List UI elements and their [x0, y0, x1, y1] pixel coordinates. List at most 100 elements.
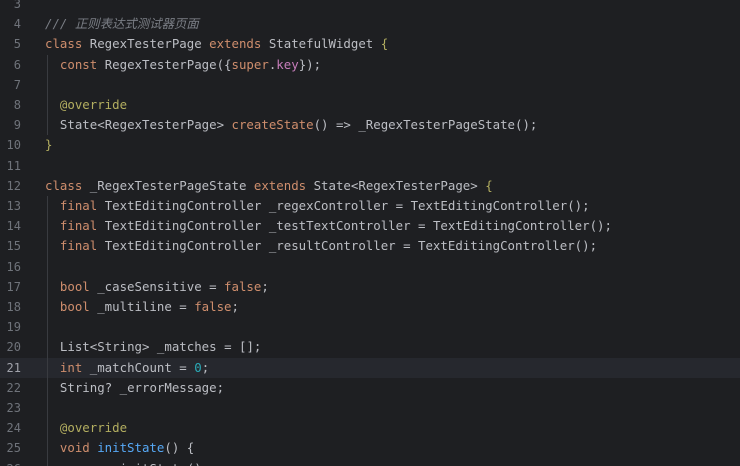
line-number: 11 — [6, 158, 21, 173]
code-token: { — [380, 36, 389, 52]
code-line[interactable]: 16 — [0, 257, 740, 277]
code-line[interactable]: 19 — [0, 317, 740, 337]
code-text[interactable]: } — [45, 135, 52, 155]
code-line[interactable]: 17 bool _caseSensitive = false; — [0, 277, 740, 297]
code-line[interactable]: 12 class _RegexTesterPageState extends St… — [0, 176, 740, 196]
line-number: 4 — [13, 17, 21, 32]
line-number: 25 — [6, 441, 21, 456]
code-token: extends — [253, 177, 314, 193]
code-text[interactable]: final TextEditingController _regexContro… — [45, 196, 590, 216]
code-text[interactable]: const RegexTesterPage({super.key}); — [45, 55, 321, 75]
code-text[interactable]: final TextEditingController _testTextCon… — [45, 216, 612, 236]
line-number: 21 — [6, 360, 21, 375]
code-token: TextEditingController — [104, 238, 269, 254]
code-token: > — [142, 339, 157, 355]
indent-guide — [47, 196, 48, 466]
code-token: (); — [589, 218, 612, 234]
code-line[interactable]: 8 @override — [0, 95, 740, 115]
code-line[interactable]: 4 /// 正则表达式测试器页面 — [0, 14, 740, 34]
code-text[interactable]: class _RegexTesterPageState extends Stat… — [45, 176, 493, 196]
code-line[interactable]: 26 super.initState(); — [0, 459, 740, 466]
code-token: ; — [261, 278, 269, 294]
code-token: State — [313, 177, 351, 193]
code-token: ; — [231, 299, 239, 314]
code-token: } — [45, 137, 53, 153]
line-number: 14 — [6, 219, 21, 234]
code-text[interactable]: final TextEditingController _resultContr… — [45, 236, 597, 256]
code-line[interactable]: 3 — [0, 0, 740, 14]
code-line[interactable]: 25 void initState() { — [0, 438, 740, 458]
code-line[interactable]: 5 class RegexTesterPage extends StatefulW… — [0, 34, 740, 54]
code-token: final — [45, 238, 105, 254]
code-text[interactable]: int _matchCount = 0; — [45, 358, 209, 378]
code-line[interactable]: 20 List<String> _matches = []; — [0, 337, 740, 357]
line-number: 23 — [6, 401, 21, 415]
code-line[interactable]: 21 int _matchCount = 0; — [0, 357, 740, 378]
code-line[interactable]: 9 State<RegexTesterPage> createState() =… — [0, 115, 740, 135]
code-text[interactable]: String? _errorMessage; — [45, 378, 224, 398]
code-text[interactable]: bool _caseSensitive = false; — [45, 277, 269, 297]
code-token: ; — [216, 379, 225, 395]
code-token: /// 正则表达式测试器页面 — [45, 16, 199, 32]
code-token: (); — [574, 238, 598, 254]
line-number: 6 — [13, 57, 21, 72]
line-number: 13 — [6, 199, 21, 213]
code-line[interactable]: 13 final TextEditingController _regexCon… — [0, 196, 740, 216]
code-text[interactable]: super.initState(); — [45, 459, 209, 466]
code-token: TextEditingController — [410, 198, 568, 213]
line-number: 10 — [6, 138, 21, 153]
code-text[interactable]: void initState() { — [45, 438, 194, 458]
code-token: initState — [97, 440, 165, 456]
code-token: _regexController — [268, 198, 396, 213]
line-number: 5 — [13, 37, 21, 52]
code-token: initState — [120, 461, 187, 466]
indent-guide — [47, 54, 48, 136]
code-token: createState — [231, 117, 314, 133]
code-token: _caseSensitive — [97, 278, 210, 294]
code-text[interactable]: /// 正则表达式测试器页面 — [45, 14, 199, 34]
code-line[interactable]: 24 @override — [0, 418, 740, 438]
code-line[interactable]: 14 final TextEditingController _testText… — [0, 216, 740, 236]
code-line[interactable]: 10} — [0, 135, 740, 155]
code-token: (); — [187, 461, 209, 466]
code-line[interactable]: 23 — [0, 398, 740, 418]
code-token: StatefulWidget — [268, 36, 381, 52]
code-token: List — [45, 339, 90, 355]
code-text[interactable]: bool _multiline = false; — [45, 297, 239, 317]
code-token: TextEditingController — [432, 218, 590, 234]
line-number: 22 — [6, 380, 21, 395]
code-token: _multiline — [97, 299, 180, 314]
code-token: final — [45, 198, 105, 213]
code-token: false — [194, 299, 232, 314]
code-token: super — [45, 461, 112, 466]
code-line[interactable]: 6 const RegexTesterPage({super.key}); — [0, 55, 740, 75]
code-token: _testTextController — [268, 218, 419, 234]
code-token: ? — [104, 379, 120, 395]
code-line[interactable]: 15 final TextEditingController _resultCo… — [0, 236, 740, 256]
code-token: extends — [209, 36, 269, 52]
code-token: = []; — [224, 339, 262, 355]
line-number: 7 — [13, 77, 21, 92]
line-number: 8 — [13, 98, 21, 112]
code-text[interactable]: State<RegexTesterPage> createState() => … — [45, 115, 537, 135]
code-line[interactable]: 7 — [0, 75, 740, 95]
line-number: 3 — [13, 0, 21, 11]
code-token: void — [45, 440, 98, 456]
code-token: RegexTesterPage — [89, 36, 210, 52]
code-token: String — [45, 379, 105, 395]
code-line[interactable]: 11 — [0, 156, 740, 176]
code-text[interactable]: @override — [45, 95, 127, 115]
code-line[interactable]: 18 bool _multiline = false; — [0, 297, 740, 317]
code-token: class — [45, 36, 90, 52]
code-line[interactable]: 22 String? _errorMessage; — [0, 378, 740, 398]
code-token: RegexTesterPage — [358, 177, 471, 193]
code-token: @override — [45, 420, 128, 436]
code-token: int — [45, 359, 90, 375]
code-editor[interactable]: 3 4 /// 正则表达式测试器页面 5 class RegexTesterPage e… — [0, 0, 740, 466]
code-token: @override — [45, 97, 128, 112]
code-text[interactable]: @override — [45, 418, 127, 438]
code-token: }); — [298, 56, 322, 72]
code-text[interactable]: class RegexTesterPage extends StatefulWi… — [45, 34, 388, 54]
code-text[interactable]: List<String> _matches = []; — [45, 337, 261, 357]
code-token: { — [186, 440, 195, 456]
